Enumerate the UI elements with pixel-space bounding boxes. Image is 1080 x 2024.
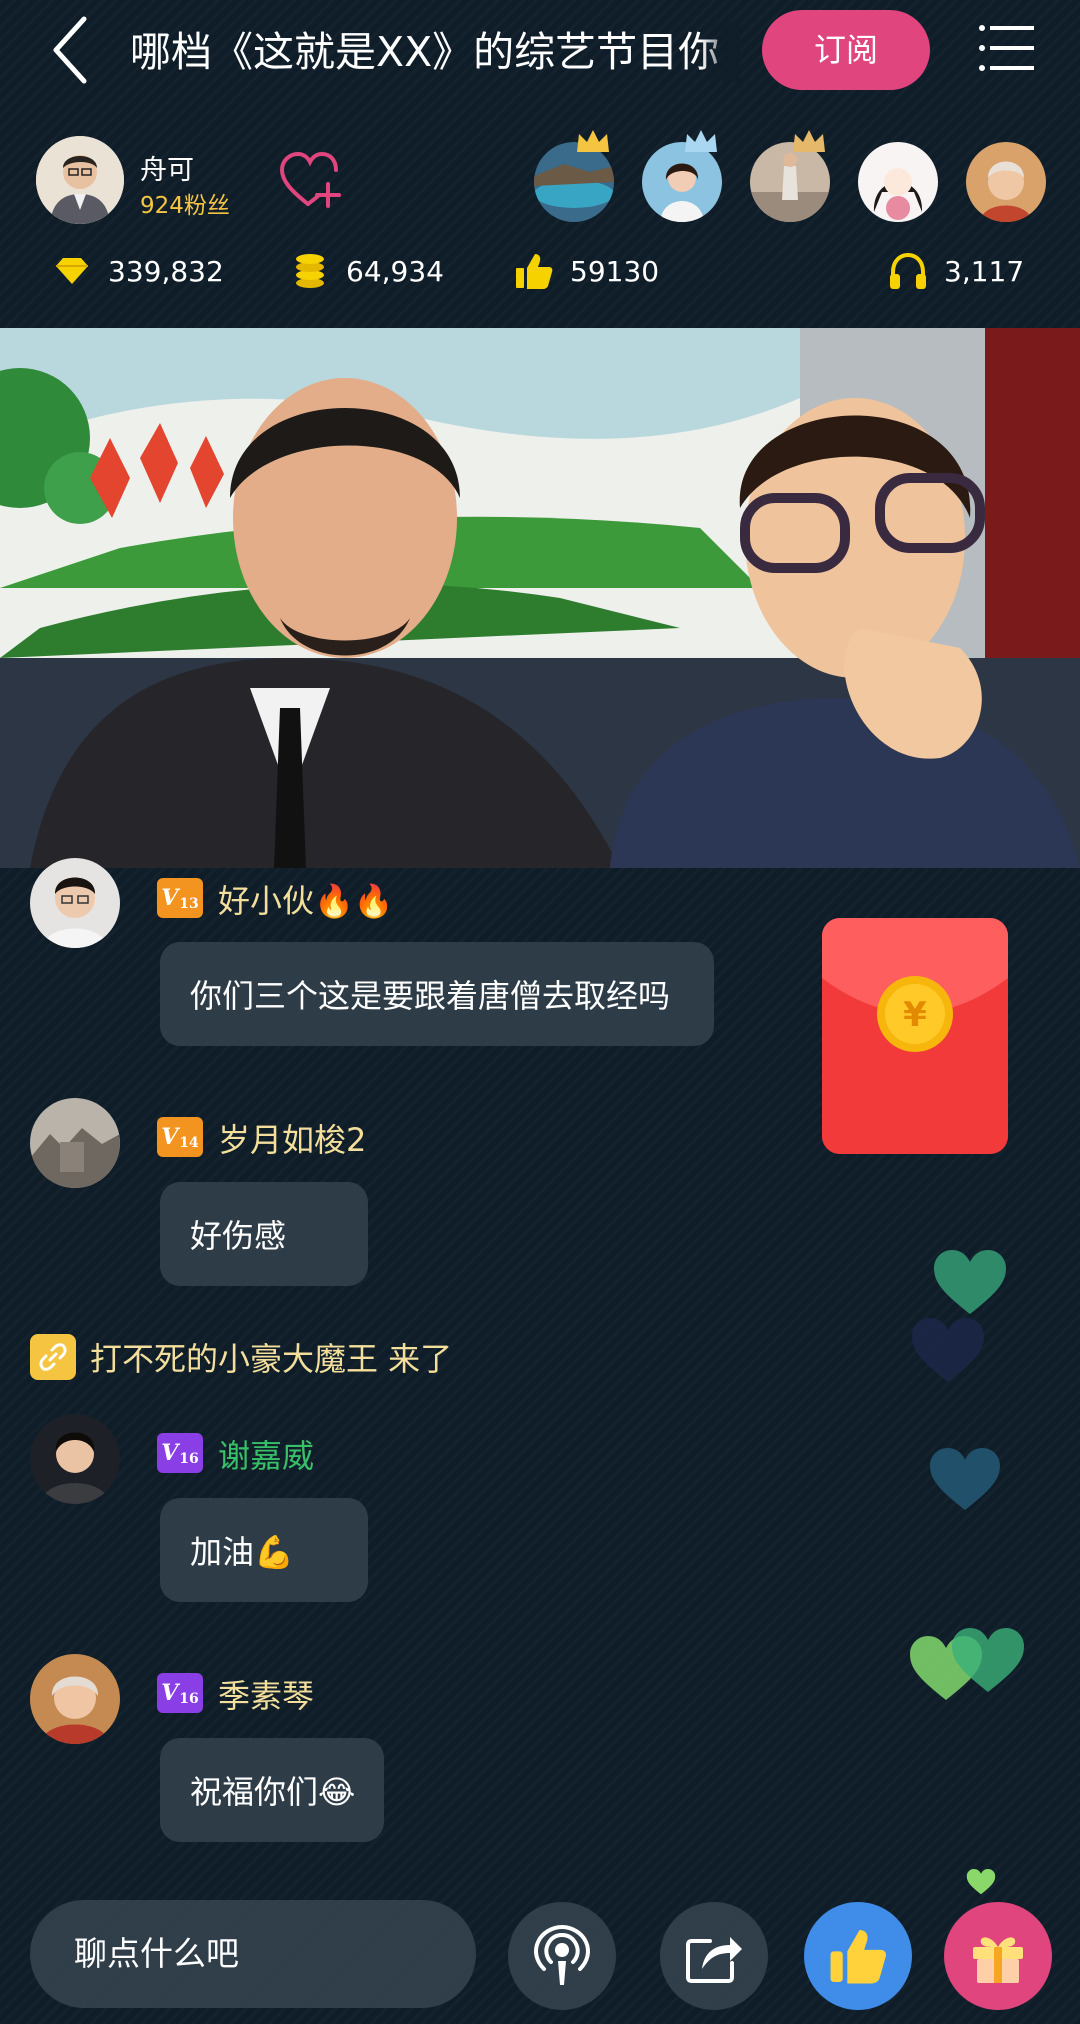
listeners-count: 3,117	[944, 254, 1025, 288]
chat-avatar[interactable]	[30, 1414, 120, 1504]
link-icon	[30, 1334, 76, 1380]
chat-username[interactable]: 岁月如梭2	[218, 1115, 366, 1161]
chat-message-bubble: 加油💪	[160, 1498, 368, 1602]
heart-icon	[966, 1868, 996, 1895]
vip-badge: V 16	[157, 1673, 203, 1713]
chat-message-bubble: 好伤感	[160, 1182, 368, 1286]
follow-button[interactable]	[278, 150, 342, 210]
viewer-avatar-1[interactable]	[534, 142, 614, 222]
likes-count: 59130	[570, 254, 660, 288]
coins-stat: 64,934	[290, 246, 444, 296]
coins-count: 64,934	[346, 254, 444, 288]
red-packet-button[interactable]: ¥	[822, 918, 1008, 1154]
chat-avatar[interactable]	[30, 858, 120, 948]
svg-text:¥: ¥	[903, 995, 927, 1035]
likes-stat: 59130	[514, 246, 659, 296]
chat-message-bubble: 你们三个这是要跟着唐僧去取经吗	[160, 942, 714, 1046]
heart-icon	[952, 1628, 1024, 1692]
chat-username[interactable]: 谢嘉威	[218, 1431, 314, 1477]
heart-plus-icon	[279, 151, 341, 208]
listeners-stat: 3,117	[888, 246, 1024, 296]
host-fans-count: 924粉丝	[140, 193, 230, 219]
subscribe-button[interactable]: 订阅	[762, 10, 930, 90]
share-button[interactable]	[660, 1902, 768, 2010]
diamond-icon	[52, 251, 92, 291]
viewer-avatar-3[interactable]	[750, 142, 830, 222]
thumbs-up-icon	[830, 1930, 887, 1984]
crown-icon	[577, 130, 609, 152]
vip-badge: V 14	[157, 1117, 203, 1157]
viewer-avatar-5[interactable]	[966, 142, 1046, 222]
chat-username[interactable]: 好小伙🔥🔥	[218, 876, 394, 922]
menu-icon	[979, 25, 1034, 71]
viewer-avatar-4[interactable]	[858, 142, 938, 222]
podcast-button[interactable]	[508, 1902, 616, 2010]
menu-button[interactable]	[978, 22, 1034, 74]
system-entry-message: 打不死的小豪大魔王 来了	[30, 1334, 452, 1380]
crown-icon	[793, 130, 825, 152]
viewer-avatar-2[interactable]	[642, 142, 722, 222]
host-name[interactable]: 舟可	[140, 148, 194, 187]
chat-username[interactable]: 季素琴	[218, 1671, 314, 1717]
thumbs-up-icon	[514, 251, 554, 291]
vip-badge: V 13	[157, 878, 203, 918]
headphones-icon	[888, 251, 928, 291]
gift-icon	[973, 1937, 1023, 1983]
diamond-stat: 339,832	[52, 246, 224, 296]
share-icon	[686, 1937, 742, 1983]
page-title: 哪档《这就是XX》的综艺节目你	[130, 22, 740, 82]
like-button[interactable]	[804, 1902, 912, 2010]
podcast-icon	[534, 1924, 590, 1985]
top-bar: 哪档《这就是XX》的综艺节目你 订阅	[0, 0, 1080, 110]
live-video[interactable]	[0, 328, 1080, 868]
back-button[interactable]	[40, 14, 100, 86]
chat-avatar[interactable]	[30, 1098, 120, 1188]
red-packet-icon: ¥	[822, 918, 1008, 1154]
coins-icon	[290, 251, 330, 291]
heart-icon	[934, 1250, 1006, 1314]
host-avatar[interactable]	[36, 136, 124, 224]
chat-input[interactable]: 聊点什么吧	[30, 1900, 476, 2008]
back-icon	[53, 16, 87, 84]
chat-message-bubble: 祝福你们😂	[160, 1738, 384, 1842]
diamond-count: 339,832	[108, 254, 224, 288]
chat-avatar[interactable]	[30, 1654, 120, 1744]
gift-button[interactable]	[944, 1902, 1052, 2010]
crown-icon	[685, 130, 717, 152]
vip-badge: V 16	[157, 1433, 203, 1473]
heart-icon	[930, 1447, 1000, 1511]
heart-icon	[912, 1318, 984, 1382]
